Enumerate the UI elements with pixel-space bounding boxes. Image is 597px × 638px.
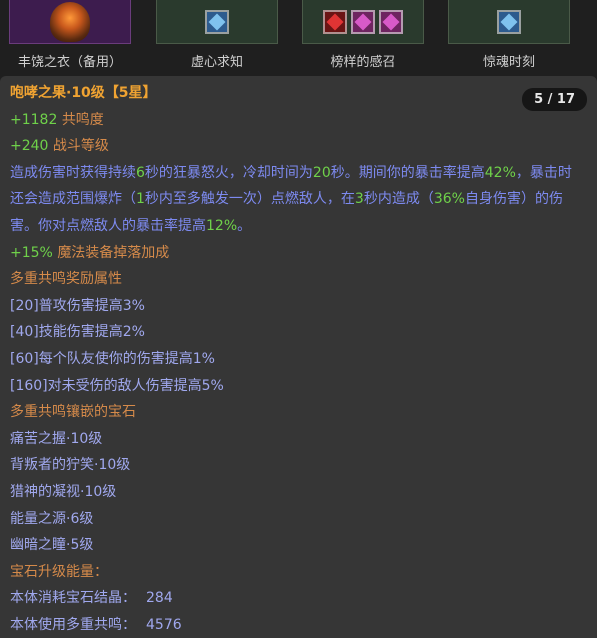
effect-number: 1 [136,191,145,208]
stat-value: +1182 [10,111,58,128]
effect-number: 42% [484,164,516,181]
stat-value: +240 [10,138,49,155]
socket-header: 多重共鸣镶嵌的宝石 [10,404,136,421]
pink-gem-icon [351,9,375,34]
used-value: 4576 [146,616,182,633]
stat-resonance: +1182 共鸣度 [10,107,597,134]
socketed-gem: 能量之源·6级 [10,510,94,527]
bonus-item: [60]每个队友使你的伤害提高1% [10,350,215,367]
blue-gem-icon [205,9,229,34]
slot-frame [302,0,424,44]
slot-armor[interactable]: 丰饶之衣（备用） [9,0,131,70]
used-resonance: 本体使用多重共鸣： 4576 [10,612,597,638]
bonus-item: [160]对未受伤的敌人伤害提高5% [10,377,224,394]
effect-number: 3 [354,191,364,208]
item-tooltip: 5 / 17 咆哮之果·10级【5星】 +1182 共鸣度 +240 战斗等级 … [0,76,597,638]
socketed-gem: 猎神的凝视·10级 [10,483,117,500]
slot-label: 虚心求知 [190,55,243,70]
slot-frame [448,0,570,44]
stat-label: 共鸣度 [61,111,104,128]
socketed-gem: 幽暗之瞳·5级 [10,537,94,554]
blue-gem-icon [497,9,521,34]
consumed-value: 284 [146,590,173,607]
socketed-gem: 痛苦之握·10级 [10,430,103,447]
effect-text: 秒的狂暴怒火，冷却时间为 [144,164,313,181]
effect-number: 20 [312,164,331,181]
bonus-header: 多重共鸣奖励属性 [10,271,122,288]
effect-number: 36% [433,191,465,208]
pink-gem-icon [379,9,403,34]
effect-text: 秒。期间你的暴击率提高 [330,164,485,181]
armor-icon [50,1,90,42]
slot-label: 榜样的感召 [330,55,396,70]
used-label: 本体使用多重共鸣： [10,616,136,633]
slot-label: 丰饶之衣（备用） [17,55,122,70]
consumed-crystals: 本体消耗宝石结晶： 284 [10,585,597,612]
effect-description: 造成伤害时获得持续6秒的狂暴怒火，冷却时间为20秒。期间你的暴击率提高42%，暴… [10,160,582,240]
stat-combat-level: +240 战斗等级 [10,133,597,160]
stat-magic-find: +15% 魔法装备掉落加成 [10,240,597,267]
effect-text: 造成伤害时获得持续 [10,164,136,181]
stat-label: 战斗等级 [52,138,109,155]
item-stars: 【5星】 [104,85,157,101]
gem-slot-strip: 丰饶之衣（备用） 虚心求知 榜样的感召 惊魂时刻 [0,0,597,72]
item-name: 咆哮之果·10级 [10,85,105,101]
effect-text: 秒内至多触发一次）点燃敌人，在 [144,191,355,208]
bonus-item: [20]普攻伤害提高3% [10,297,145,314]
item-title: 咆哮之果·10级【5星】 [10,80,597,107]
consumed-label: 本体消耗宝石结晶： [10,590,136,607]
effect-text: 。 [237,217,252,234]
slot-frame [9,0,131,44]
upgrade-header: 宝石升级能量： [10,563,108,580]
socketed-gem: 背叛者的狞笑·10级 [10,457,131,474]
slot-jinghun[interactable]: 惊魂时刻 [448,0,570,70]
bonus-item: [40]技能伤害提高2% [10,324,145,341]
slot-bangyang[interactable]: 榜样的感召 [302,0,424,70]
red-gem-icon [323,9,347,34]
stat-label: 魔法装备掉落加成 [57,244,170,261]
page-indicator[interactable]: 5 / 17 [522,88,587,111]
slot-label: 惊魂时刻 [482,55,535,70]
effect-number: 6 [136,164,145,181]
slot-frame [156,0,278,44]
effect-text: 秒内造成（ [363,191,434,208]
stat-value: +15% [10,244,53,261]
effect-number: 12% [206,217,238,234]
slot-xuxin[interactable]: 虚心求知 [156,0,278,70]
